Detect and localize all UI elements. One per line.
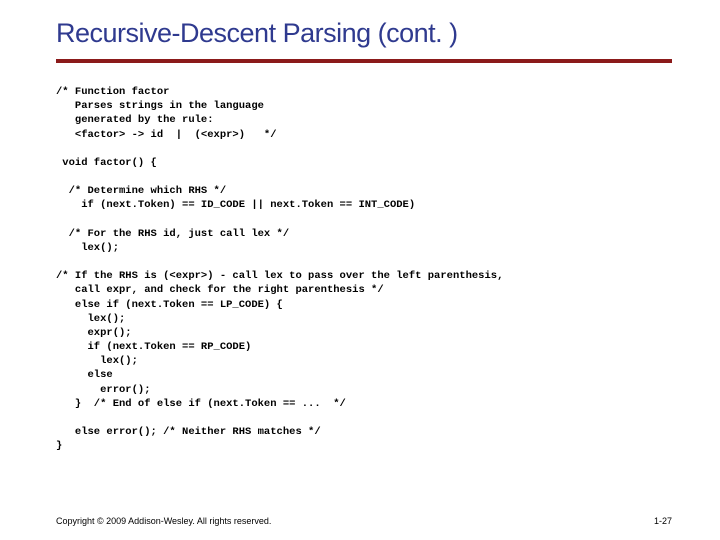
page-title: Recursive-Descent Parsing (cont. ): [56, 18, 672, 49]
copyright-text: Copyright © 2009 Addison-Wesley. All rig…: [56, 516, 271, 526]
title-rule: [56, 59, 672, 63]
footer: Copyright © 2009 Addison-Wesley. All rig…: [56, 516, 672, 526]
code-block: /* Function factor Parses strings in the…: [56, 85, 672, 453]
slide: Recursive-Descent Parsing (cont. ) /* Fu…: [0, 0, 720, 453]
page-number: 1-27: [654, 516, 672, 526]
